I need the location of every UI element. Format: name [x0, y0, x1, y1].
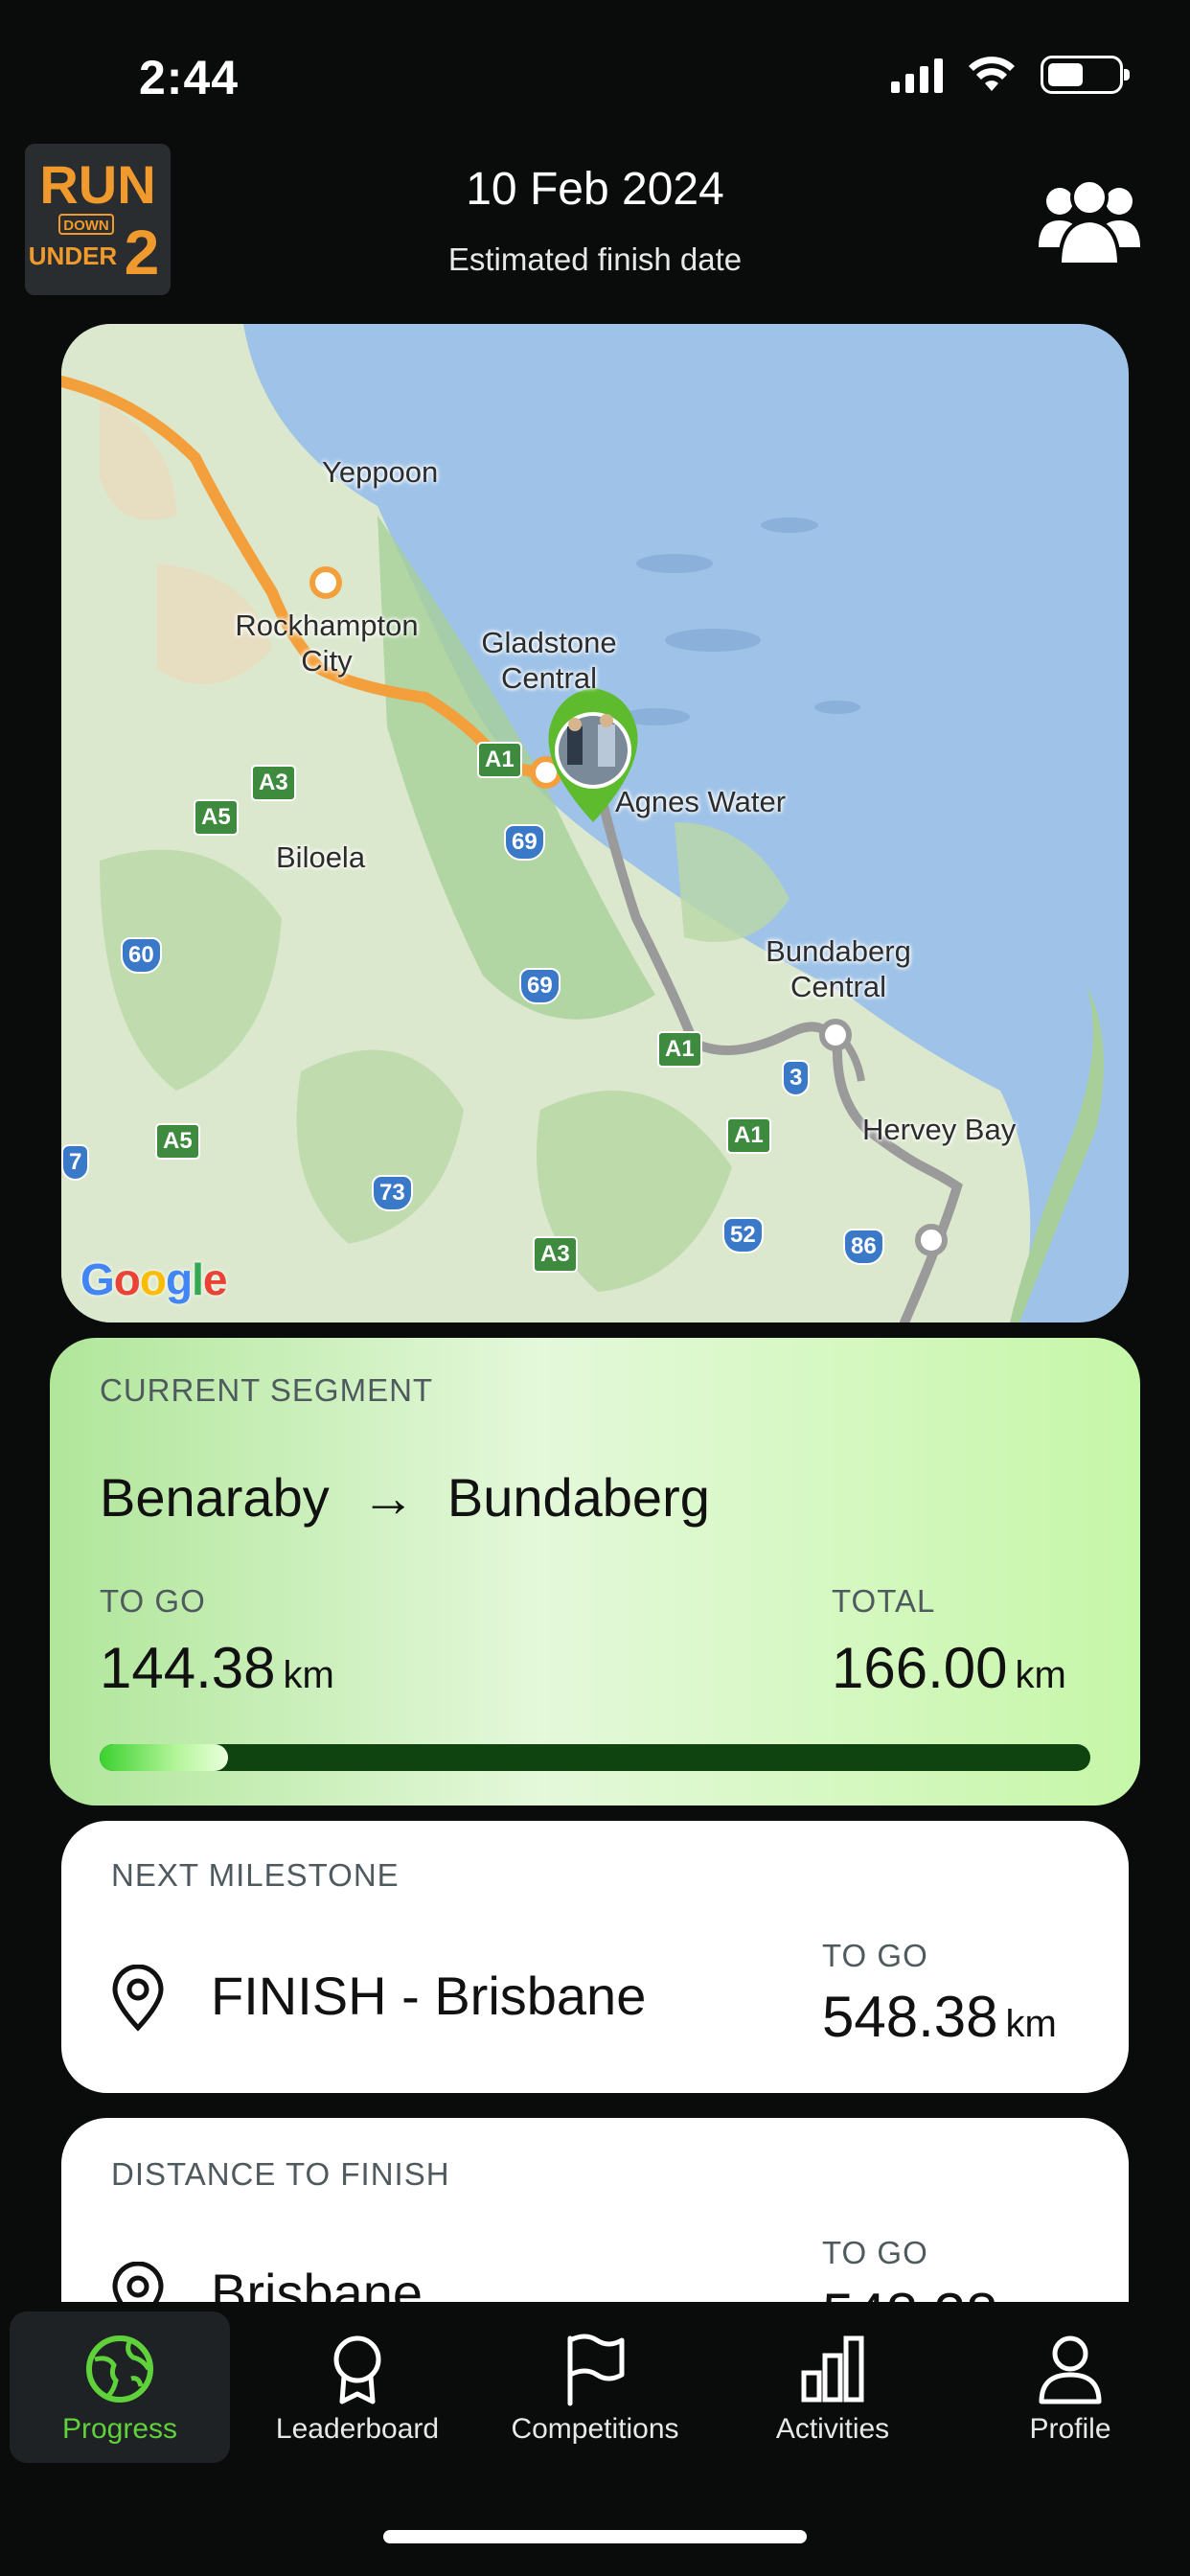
road-shield: 73 [372, 1175, 413, 1211]
road-shield: 7 [61, 1144, 90, 1181]
map-label-bundaberg: Bundaberg Central [766, 934, 911, 1004]
segment-route: Benaraby → Bundaberg [100, 1466, 710, 1529]
road-shield: A1 [657, 1031, 702, 1068]
tab-progress[interactable]: Progress [10, 2312, 230, 2463]
person-icon [1039, 2335, 1102, 2404]
logo-down-text: DOWN [63, 218, 109, 234]
award-icon [333, 2335, 381, 2404]
tab-activities[interactable]: Activities [722, 2312, 943, 2463]
road-shield: A1 [726, 1117, 771, 1154]
segment-to: Bundaberg [446, 1467, 710, 1528]
next-milestone-card[interactable]: NEXT MILESTONE FINISH - Brisbane TO GO 5… [61, 1821, 1129, 2093]
road-shield: A3 [251, 765, 296, 801]
route-map[interactable]: Yeppoon Rockhampton City Gladstone Centr… [61, 324, 1129, 1322]
map-label-yeppoon: Yeppoon [322, 455, 439, 489]
road-shield: A5 [155, 1123, 200, 1160]
wifi-icon [969, 57, 1015, 91]
road-shield: 86 [843, 1229, 884, 1265]
map-label-rockhampton: Rockhampton City [235, 609, 419, 678]
road-shield: 60 [121, 937, 162, 974]
segment-total-value: 166.00 km [832, 1636, 1066, 1700]
segment-progress-bar [100, 1744, 1090, 1771]
finish-to-go-label: TO GO [822, 2235, 928, 2270]
segment-from: Benaraby [100, 1467, 330, 1528]
road-shield: 69 [504, 824, 545, 861]
milestone-to-go-value: 548.38 km [822, 1985, 1057, 2049]
tab-competitions-label: Competitions [511, 2413, 679, 2445]
tab-progress-label: Progress [61, 2413, 178, 2445]
road-shield: A5 [194, 799, 239, 836]
road-shield: A1 [477, 742, 522, 778]
battery-icon [1041, 56, 1130, 94]
segment-to-go-value: 144.38 km [100, 1636, 334, 1700]
unit-km: km [283, 1654, 334, 1696]
unit-km: km [1015, 1654, 1066, 1696]
tab-competitions[interactable]: Competitions [485, 2312, 705, 2463]
google-attribution: Google [80, 1254, 227, 1304]
current-segment-label: CURRENT SEGMENT [100, 1372, 434, 1408]
road-shield: 52 [722, 1217, 764, 1254]
road-shield: 69 [519, 968, 561, 1004]
segment-to-go-label: TO GO [100, 1583, 206, 1619]
tab-profile[interactable]: Profile [960, 2312, 1180, 2463]
home-indicator[interactable] [383, 2530, 807, 2543]
map-label-biloela: Biloela [276, 840, 366, 874]
bar-chart-icon [801, 2335, 864, 2403]
tab-leaderboard-label: Leaderboard [275, 2413, 440, 2445]
status-icons [891, 56, 1130, 94]
current-segment-card[interactable]: CURRENT SEGMENT Benaraby → Bundaberg TO … [50, 1338, 1140, 1806]
tab-leaderboard[interactable]: Leaderboard [247, 2312, 468, 2463]
map-label-hervey-bay: Hervey Bay [862, 1113, 1017, 1146]
arrow-right-icon: → [361, 1467, 416, 1528]
map-label-gladstone: Gladstone Central [481, 626, 617, 696]
estimated-finish-label: Estimated finish date [447, 242, 743, 277]
map-label-agnes-water: Agnes Water [615, 785, 787, 818]
flag-icon [567, 2334, 625, 2406]
tab-activities-label: Activities [775, 2413, 890, 2445]
milestone-to-go-label: TO GO [822, 1938, 928, 1973]
next-milestone-label: NEXT MILESTONE [111, 1857, 400, 1893]
globe-icon [86, 2335, 153, 2403]
road-shield: 3 [782, 1060, 811, 1096]
location-pin-icon [112, 1965, 164, 2032]
status-time: 2:44 [139, 51, 240, 104]
unit-km: km [1005, 2003, 1057, 2045]
cellular-signal-icon [891, 57, 943, 93]
next-milestone-name: FINISH - Brisbane [211, 1966, 647, 2026]
tab-profile-label: Profile [1029, 2413, 1111, 2445]
group-icon[interactable] [1037, 172, 1142, 268]
segment-progress-fill [100, 1744, 229, 1771]
segment-total-label: TOTAL [832, 1583, 936, 1619]
distance-to-finish-label: DISTANCE TO FINISH [111, 2156, 450, 2192]
road-shield: A3 [533, 1236, 578, 1273]
estimated-finish-date: 10 Feb 2024 [466, 164, 724, 215]
